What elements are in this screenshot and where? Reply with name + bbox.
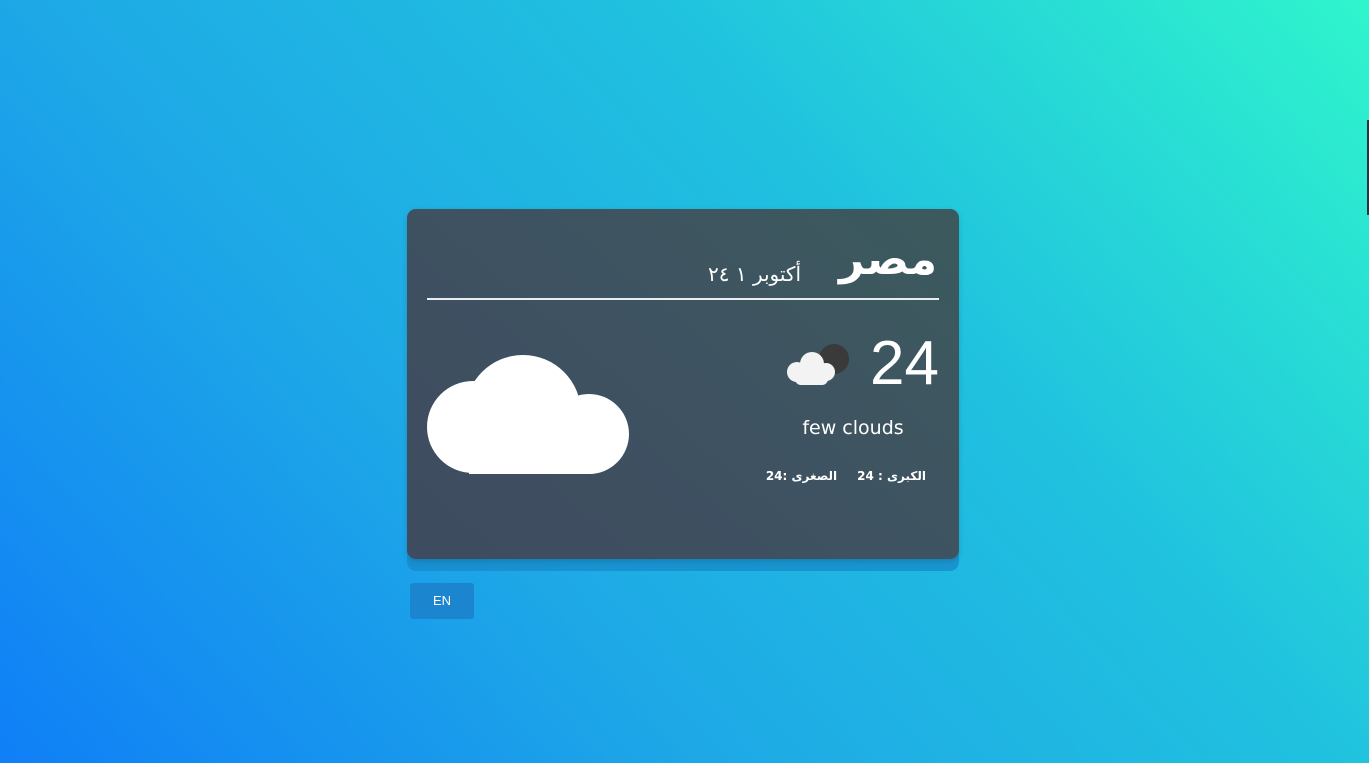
max-temperature: الكبرى : 24 [857, 469, 926, 483]
cloud-icon [427, 355, 629, 474]
temperature-value: 24 [870, 329, 939, 398]
date-text: أكتوبر ١ ٢٤ [708, 262, 801, 286]
few-clouds-night-icon [787, 344, 849, 385]
min-temperature: الصغرى :24 [765, 469, 838, 483]
city-name: مصر [839, 234, 937, 285]
weather-page: { "card": { "city": "مصر", "date": "أكتو… [0, 0, 1369, 763]
weather-card: مصر أكتوبر ١ ٢٤ 24 few clouds الصغرى :24… [407, 209, 959, 559]
weather-description: few clouds [802, 417, 904, 439]
min-max-temperatures: الصغرى :24 الكبرى : 24 [766, 469, 926, 483]
language-toggle-button[interactable]: EN [410, 583, 474, 619]
header-divider [427, 298, 939, 300]
